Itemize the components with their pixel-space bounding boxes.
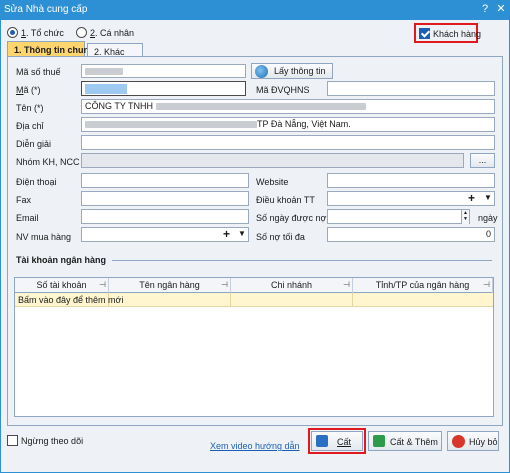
globe-icon: [255, 65, 268, 78]
grid-cell[interactable]: [353, 293, 493, 307]
customer-checkbox-label[interactable]: Khách hàng: [433, 29, 481, 39]
save-and-add-button[interactable]: Cất & Thêm: [368, 431, 442, 451]
radio-individual-label[interactable]: 2. Cá nhân: [90, 28, 134, 38]
chevron-down-icon[interactable]: ▼: [484, 193, 492, 202]
lookup-info-label: Lấy thông tin: [274, 66, 326, 76]
stop-tracking-checkbox[interactable]: [7, 435, 18, 446]
cancel-button-label: Hủy bỏ: [469, 437, 498, 447]
radio-organization-label[interactable]: 1. Tổ chức: [21, 28, 64, 38]
address-input[interactable]: TP Đà Nẵng, Việt Nam.: [81, 117, 495, 132]
cancel-button[interactable]: Hủy bỏ: [447, 431, 499, 451]
unit-code-label: Mã ĐVQHNS: [256, 85, 310, 95]
close-button[interactable]: ✕: [494, 2, 508, 17]
group-picker-button[interactable]: ...: [470, 153, 495, 168]
address-label: Địa chỉ: [16, 121, 44, 131]
email-input[interactable]: [81, 209, 249, 224]
unit-code-input[interactable]: [327, 81, 495, 96]
tax-code-input[interactable]: [81, 64, 246, 78]
tax-code-label: Mã số thuế: [16, 67, 61, 77]
grid-cell[interactable]: [231, 293, 353, 307]
debt-days-unit: ngày: [478, 213, 498, 223]
help-button[interactable]: ?: [478, 2, 492, 17]
fax-label: Fax: [16, 195, 32, 205]
bank-accounts-grid[interactable]: Số tài khoản ⊣ Tên ngân hàng ⊣ Chi nhánh ⊣ …: [14, 277, 494, 417]
note-input[interactable]: [81, 135, 495, 150]
max-debt-input[interactable]: 0: [327, 227, 495, 242]
floppy-disk-icon: [316, 435, 328, 447]
grid-header-bank-province[interactable]: Tỉnh/TP của ngân hàng ⊣: [353, 278, 493, 293]
title-bar: Sửa Nhà cung cấp ? ✕: [0, 0, 510, 20]
debt-days-label: Số ngày được nợ: [256, 213, 327, 223]
save-button[interactable]: Cất: [311, 431, 363, 451]
stop-tracking-label[interactable]: Ngừng theo dõi: [21, 436, 83, 446]
purchaser-label: NV mua hàng: [16, 232, 72, 242]
code-label: Mã (*): [16, 85, 41, 95]
group-label: Nhóm KH, NCC: [16, 157, 80, 167]
pin-icon: ⊣: [221, 280, 228, 289]
radio-individual[interactable]: [76, 27, 87, 38]
lookup-info-button[interactable]: Lấy thông tin: [251, 63, 333, 79]
save-add-icon: [373, 435, 385, 447]
video-guide-link[interactable]: Xem video hướng dẫn: [210, 441, 299, 451]
email-label: Email: [16, 213, 39, 223]
pin-icon: ⊣: [343, 280, 350, 289]
pin-icon: ⊣: [99, 280, 106, 289]
max-debt-label: Số nợ tối đa: [256, 232, 305, 242]
payment-terms-label: Điều khoản TT: [256, 195, 315, 205]
window-title: Sửa Nhà cung cấp: [4, 4, 88, 15]
debt-days-input[interactable]: [327, 209, 470, 224]
add-icon[interactable]: +: [468, 191, 475, 205]
customer-checkbox[interactable]: [419, 28, 430, 39]
debt-days-spinner[interactable]: ▲ ▼: [461, 210, 469, 224]
grid-new-row[interactable]: Bấm vào đây để thêm mới: [15, 293, 493, 307]
name-input[interactable]: CÔNG TY TNHH: [81, 99, 495, 114]
grid-new-row-text[interactable]: Bấm vào đây để thêm mới: [15, 293, 123, 307]
code-input[interactable]: [81, 81, 246, 96]
grid-header-account-number[interactable]: Số tài khoản ⊣: [15, 278, 109, 293]
phone-input[interactable]: [81, 173, 249, 188]
website-label: Website: [256, 177, 289, 187]
pin-icon: ⊣: [483, 280, 490, 289]
grid-header-bank-name[interactable]: Tên ngân hàng ⊣: [109, 278, 231, 293]
cancel-icon: [452, 435, 465, 448]
note-label: Diễn giải: [16, 139, 52, 149]
purchaser-add-icon[interactable]: +: [223, 227, 230, 241]
save-and-add-label: Cất & Thêm: [390, 437, 438, 447]
grid-cell[interactable]: [109, 293, 231, 307]
website-input[interactable]: [327, 173, 495, 188]
grid-header: Số tài khoản ⊣ Tên ngân hàng ⊣ Chi nhánh ⊣ …: [15, 278, 493, 293]
radio-organization[interactable]: [7, 27, 18, 38]
purchaser-chevron-down-icon[interactable]: ▼: [238, 229, 246, 238]
phone-label: Điện thoại: [16, 177, 57, 187]
group-input: [81, 153, 464, 168]
name-label: Tên (*): [16, 103, 44, 113]
tab-general-info[interactable]: 1. Thông tin chung: [7, 41, 95, 57]
fax-input[interactable]: [81, 191, 249, 206]
tab-other[interactable]: 2. Khác: [87, 43, 143, 57]
save-button-label: Cất: [337, 437, 352, 447]
grid-header-branch[interactable]: Chi nhánh ⊣: [231, 278, 353, 293]
section-divider: [112, 260, 492, 261]
bank-section-title: Tài khoản ngân hàng: [16, 255, 107, 265]
